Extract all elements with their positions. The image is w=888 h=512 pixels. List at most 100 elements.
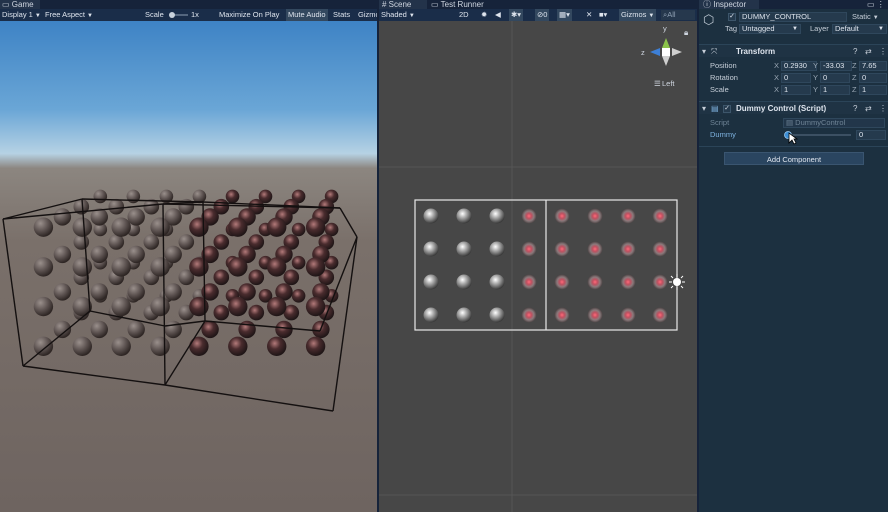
scene-sphere[interactable] — [620, 307, 636, 323]
game-sphere — [291, 289, 306, 303]
tab-game[interactable]: ▭ Game — [0, 0, 40, 9]
static-dropdown[interactable]: Static ▼ — [852, 12, 886, 22]
scene-sphere[interactable] — [521, 274, 537, 290]
gizmos-arrow-icon: ▼ — [648, 13, 655, 19]
enabled-checkbox[interactable]: ✓ — [723, 105, 731, 113]
axis-y-label: Y — [813, 61, 819, 70]
game-sphere — [33, 336, 54, 356]
light-icon[interactable] — [669, 274, 685, 290]
axis-x-label: X — [774, 73, 780, 82]
rotation-y-field[interactable]: 0 — [820, 73, 850, 83]
gizmos-button[interactable]: Gizmo — [356, 9, 377, 21]
stats-button[interactable]: Stats — [331, 9, 352, 21]
tag-dropdown[interactable]: Untagged ▼ — [739, 24, 801, 34]
scene-sphere[interactable] — [423, 307, 439, 323]
bounding-box-edge — [81, 198, 91, 312]
game-view[interactable] — [0, 21, 377, 512]
scene-sphere[interactable] — [521, 307, 537, 323]
dummy-value-field[interactable]: 0 — [856, 130, 886, 140]
view-label[interactable]: Left — [662, 79, 675, 88]
scene-sphere[interactable] — [554, 274, 570, 290]
scene-sphere[interactable] — [587, 208, 603, 224]
scene-sphere[interactable] — [652, 307, 668, 323]
scene-sphere[interactable] — [489, 274, 505, 290]
scene-sphere[interactable] — [456, 208, 472, 224]
kebab-menu-icon[interactable]: ⋮ — [879, 102, 887, 115]
scene-sphere[interactable] — [587, 241, 603, 257]
panel-divider[interactable] — [377, 0, 379, 512]
game-sphere — [189, 217, 209, 237]
lock-icon[interactable]: 🔒︎ — [684, 28, 688, 37]
scene-sphere[interactable] — [456, 241, 472, 257]
scene-sphere[interactable] — [652, 274, 668, 290]
orientation-gizmo[interactable] — [650, 38, 682, 66]
scene-sphere[interactable] — [652, 208, 668, 224]
scale-z-field[interactable]: 1 — [859, 85, 887, 95]
tab-scene[interactable]: # Scene — [379, 0, 427, 9]
help-icon[interactable]: ? — [853, 102, 857, 115]
presets-icon[interactable]: ⇄ — [865, 45, 872, 58]
scene-sphere[interactable] — [489, 208, 505, 224]
scene-sphere[interactable] — [489, 241, 505, 257]
aspect-dropdown[interactable]: Free Aspect ▼ — [43, 9, 95, 21]
object-name-field[interactable]: DUMMY_CONTROL — [739, 12, 847, 22]
audio-toggle-icon[interactable]: ◀ — [493, 9, 503, 21]
tools-icon[interactable]: ✕ — [584, 9, 594, 21]
shading-dropdown[interactable]: Shaded ▼ — [379, 9, 417, 21]
maximize-button[interactable]: Maximize On Play — [217, 9, 281, 21]
scene-sphere[interactable] — [423, 241, 439, 257]
scale-x-field[interactable]: 1 — [781, 85, 811, 95]
scene-sphere[interactable] — [554, 307, 570, 323]
effects-dropdown-icon[interactable]: ✱▾ — [509, 9, 524, 21]
scene-sphere[interactable] — [456, 274, 472, 290]
scene-sphere[interactable] — [620, 208, 636, 224]
scene-sphere[interactable] — [587, 307, 603, 323]
dummy-control-header[interactable]: ▾ ▤ ✓ Dummy Control (Script) ? ⇄ ⋮ — [699, 101, 888, 114]
scene-sphere[interactable] — [620, 274, 636, 290]
foldout-arrow-icon[interactable]: ▾ — [702, 45, 706, 58]
panel-menu-icon[interactable]: ▭ ⋮ — [867, 0, 885, 9]
rotation-x-field[interactable]: 0 — [781, 73, 811, 83]
scene-sphere[interactable] — [521, 208, 537, 224]
active-checkbox[interactable]: ✓ — [728, 13, 736, 21]
presets-icon[interactable]: ⇄ — [865, 102, 872, 115]
script-field: ▤ DummyControl — [783, 118, 885, 128]
position-x-field[interactable]: 0.2930 — [781, 61, 817, 71]
layer-dropdown[interactable]: Default ▼ — [832, 24, 887, 34]
scene-sphere[interactable] — [521, 241, 537, 257]
game-sphere — [267, 296, 287, 317]
camera-dropdown-icon[interactable]: ■▾ — [597, 9, 609, 21]
foldout-arrow-icon[interactable]: ▾ — [702, 102, 706, 115]
position-z-field[interactable]: 7.65 — [859, 61, 887, 71]
scene-sphere[interactable] — [456, 307, 472, 323]
help-icon[interactable]: ? — [853, 45, 857, 58]
scene-sphere[interactable] — [652, 241, 668, 257]
scale-slider[interactable] — [168, 9, 190, 21]
display-dropdown[interactable]: Display 1 ▼ — [0, 9, 43, 21]
mute-audio-button[interactable]: Mute Audio — [286, 9, 328, 21]
scale-y-field[interactable]: 1 — [820, 85, 850, 95]
scene-search-input[interactable]: ⌕All — [661, 10, 695, 20]
scene-sphere[interactable] — [423, 274, 439, 290]
scene-sphere[interactable] — [587, 274, 603, 290]
scene-sphere[interactable] — [620, 241, 636, 257]
scene-sphere[interactable] — [489, 307, 505, 323]
scene-sphere[interactable] — [423, 208, 439, 224]
bounding-box-edge — [2, 218, 24, 367]
add-component-button[interactable]: Add Component — [724, 152, 864, 165]
grid-dropdown-icon[interactable]: ▦▾ — [557, 9, 572, 21]
2d-toggle[interactable]: 2D — [457, 9, 471, 21]
hidden-objects-icon[interactable]: ⊘0 — [535, 9, 550, 21]
kebab-menu-icon[interactable]: ⋮ — [879, 45, 887, 58]
scene-sphere[interactable] — [554, 208, 570, 224]
tab-inspector[interactable]: ⓘ Inspector — [699, 0, 759, 9]
position-y-field[interactable]: -33.03 — [820, 61, 852, 71]
transform-header[interactable]: ▾ ⤧ Transform ? ⇄ ⋮ — [699, 44, 888, 57]
tab-test-runner[interactable]: ▭ Test Runner — [429, 0, 489, 9]
tab-scene-label: Scene — [388, 0, 412, 9]
rotation-z-field[interactable]: 0 — [859, 73, 887, 83]
lighting-toggle-icon[interactable]: ✹ — [479, 9, 489, 21]
scene-sphere[interactable] — [554, 241, 570, 257]
scene-view[interactable]: y z 🔒︎ ☰ Left — [379, 21, 697, 512]
gizmos-dropdown[interactable]: Gizmos ▼ — [619, 9, 657, 21]
